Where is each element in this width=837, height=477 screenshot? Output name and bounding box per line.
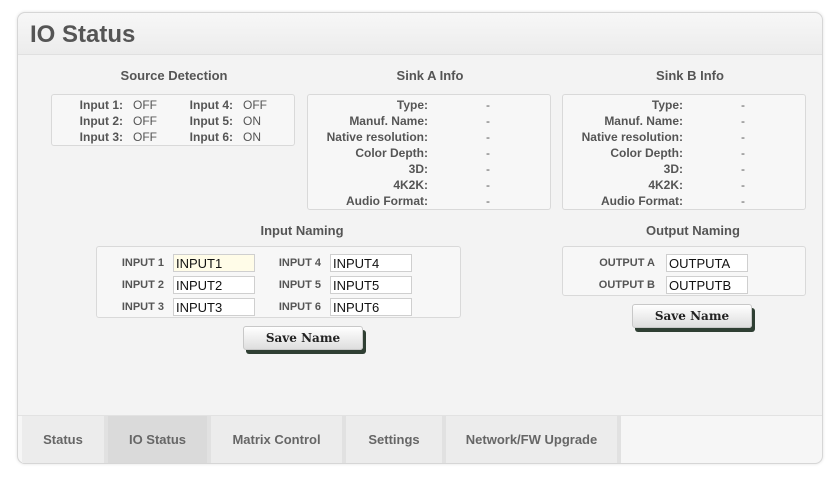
sink-b-value: -	[741, 130, 745, 144]
output-name-label: OUTPUT B	[598, 279, 655, 291]
tab-settings[interactable]: Settings	[346, 416, 446, 463]
sink-a-value: -	[486, 114, 490, 128]
sink-a-row: 4K2K: -	[308, 178, 550, 194]
sink-a-label: Audio Format:	[346, 194, 428, 208]
sink-b-row: Color Depth: -	[563, 146, 805, 162]
sink-a-label: Type:	[396, 98, 428, 112]
source-label: Input 1:	[79, 98, 123, 112]
source-status: OFF	[243, 98, 267, 112]
sink-a-title: Sink A Info	[396, 68, 464, 83]
source-label: Input 2:	[79, 114, 123, 128]
page-title: IO Status	[30, 21, 136, 48]
sink-a-label: Manuf. Name:	[349, 114, 428, 128]
sink-a-row: Native resolution: -	[308, 130, 550, 146]
input-naming-title: Input Naming	[260, 223, 344, 238]
output-a-name-field[interactable]	[666, 254, 748, 272]
sink-a-label: Native resolution:	[326, 130, 428, 144]
sink-a-value: -	[486, 130, 490, 144]
output-name-label: OUTPUT A	[599, 257, 655, 269]
sink-a-label: 3D:	[408, 162, 428, 176]
save-input-names-button[interactable]: Save Name	[243, 326, 363, 350]
sink-b-row: Native resolution: -	[563, 130, 805, 146]
sink-b-row: Type: -	[563, 98, 805, 114]
input-2-name-field[interactable]	[173, 276, 255, 294]
source-label: Input 5:	[189, 114, 233, 128]
source-status: ON	[243, 114, 261, 128]
sink-a-row: Type: -	[308, 98, 550, 114]
input-name-label: INPUT 5	[278, 279, 321, 291]
output-naming-box: OUTPUT A OUTPUT B	[562, 246, 806, 296]
tab-bar: Status IO Status Matrix Control Settings…	[18, 415, 822, 463]
sink-b-label: Audio Format:	[601, 194, 683, 208]
sink-b-label: 3D:	[663, 162, 683, 176]
sink-b-row: Manuf. Name: -	[563, 114, 805, 130]
sink-b-row: 3D: -	[563, 162, 805, 178]
sink-a-value: -	[486, 162, 490, 176]
sink-a-label: 4K2K:	[393, 178, 428, 192]
tab-matrix-control[interactable]: Matrix Control	[211, 416, 346, 463]
source-label: Input 3:	[79, 130, 123, 144]
source-label: Input 6:	[189, 130, 233, 144]
sink-b-label: Manuf. Name:	[604, 114, 683, 128]
sink-b-row: 4K2K: -	[563, 178, 805, 194]
save-output-names-button[interactable]: Save Name	[632, 304, 752, 328]
sink-b-row: Audio Format: -	[563, 194, 805, 210]
source-status: OFF	[133, 130, 157, 144]
input-name-label: INPUT 2	[121, 279, 164, 291]
input-4-name-field[interactable]	[330, 254, 412, 272]
input-3-name-field[interactable]	[173, 298, 255, 316]
source-detection-title: Source Detection	[120, 68, 228, 83]
sink-a-value: -	[486, 194, 490, 208]
sink-a-row: Audio Format: -	[308, 194, 550, 210]
title-bar: IO Status	[18, 13, 822, 55]
tab-io-status[interactable]: IO Status	[108, 416, 211, 463]
tab-network-fw-upgrade[interactable]: Network/FW Upgrade	[446, 416, 621, 463]
sink-b-value: -	[741, 146, 745, 160]
input-1-name-field[interactable]	[173, 254, 255, 272]
sink-a-row: 3D: -	[308, 162, 550, 178]
source-detection-box: Input 1: OFF Input 2: OFF Input 3: OFF I…	[51, 94, 295, 146]
sink-b-title: Sink B Info	[656, 68, 724, 83]
source-status: OFF	[133, 98, 157, 112]
sink-b-value: -	[741, 114, 745, 128]
sink-b-value: -	[741, 162, 745, 176]
sink-a-value: -	[486, 98, 490, 112]
sink-b-label: Native resolution:	[581, 130, 683, 144]
sink-b-info-box: Type: - Manuf. Name: - Native resolution…	[562, 94, 806, 210]
input-name-label: INPUT 3	[121, 301, 164, 313]
input-naming-box: INPUT 1 INPUT 2 INPUT 3 INPUT 4 INPUT 5 …	[96, 246, 461, 318]
input-name-label: INPUT 4	[278, 257, 321, 269]
sink-a-value: -	[486, 178, 490, 192]
sink-a-row: Manuf. Name: -	[308, 114, 550, 130]
source-status: ON	[243, 130, 261, 144]
sink-b-value: -	[741, 178, 745, 192]
input-5-name-field[interactable]	[330, 276, 412, 294]
input-name-label: INPUT 6	[278, 301, 321, 313]
io-status-panel: IO Status Source Detection Input 1: OFF …	[17, 12, 823, 464]
source-label: Input 4:	[189, 98, 233, 112]
sink-a-info-box: Type: - Manuf. Name: - Native resolution…	[307, 94, 551, 210]
sink-a-value: -	[486, 146, 490, 160]
sink-b-value: -	[741, 98, 745, 112]
sink-a-label: Color Depth:	[355, 146, 428, 160]
sink-b-value: -	[741, 194, 745, 208]
sink-b-label: 4K2K:	[648, 178, 683, 192]
tab-status[interactable]: Status	[22, 416, 108, 463]
output-naming-title: Output Naming	[646, 223, 740, 238]
input-name-label: INPUT 1	[121, 257, 164, 269]
sink-a-row: Color Depth: -	[308, 146, 550, 162]
source-status: OFF	[133, 114, 157, 128]
input-6-name-field[interactable]	[330, 298, 412, 316]
sink-b-label: Color Depth:	[610, 146, 683, 160]
output-b-name-field[interactable]	[666, 276, 748, 294]
sink-b-label: Type:	[651, 98, 683, 112]
